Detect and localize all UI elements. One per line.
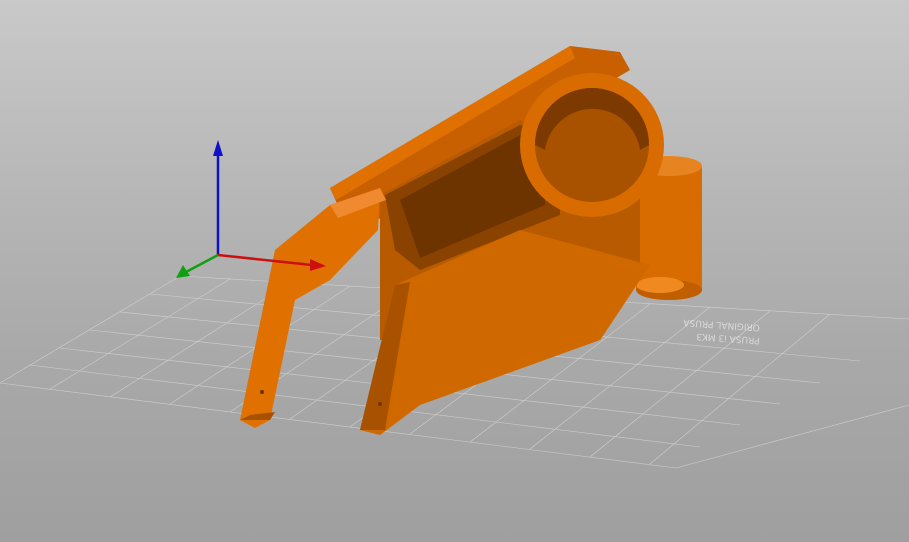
bed-label-2: ORIGINAL PRUSA xyxy=(682,317,760,332)
scene-canvas[interactable]: PRUSA i3 MK3 ORIGINAL PRUSA xyxy=(0,0,909,542)
z-axis-arrow xyxy=(213,140,223,156)
model-object[interactable] xyxy=(240,46,702,435)
bed-label-1: PRUSA i3 MK3 xyxy=(696,331,760,345)
y-axis xyxy=(185,253,219,274)
3d-viewport[interactable]: PRUSA i3 MK3 ORIGINAL PRUSA xyxy=(0,0,909,542)
